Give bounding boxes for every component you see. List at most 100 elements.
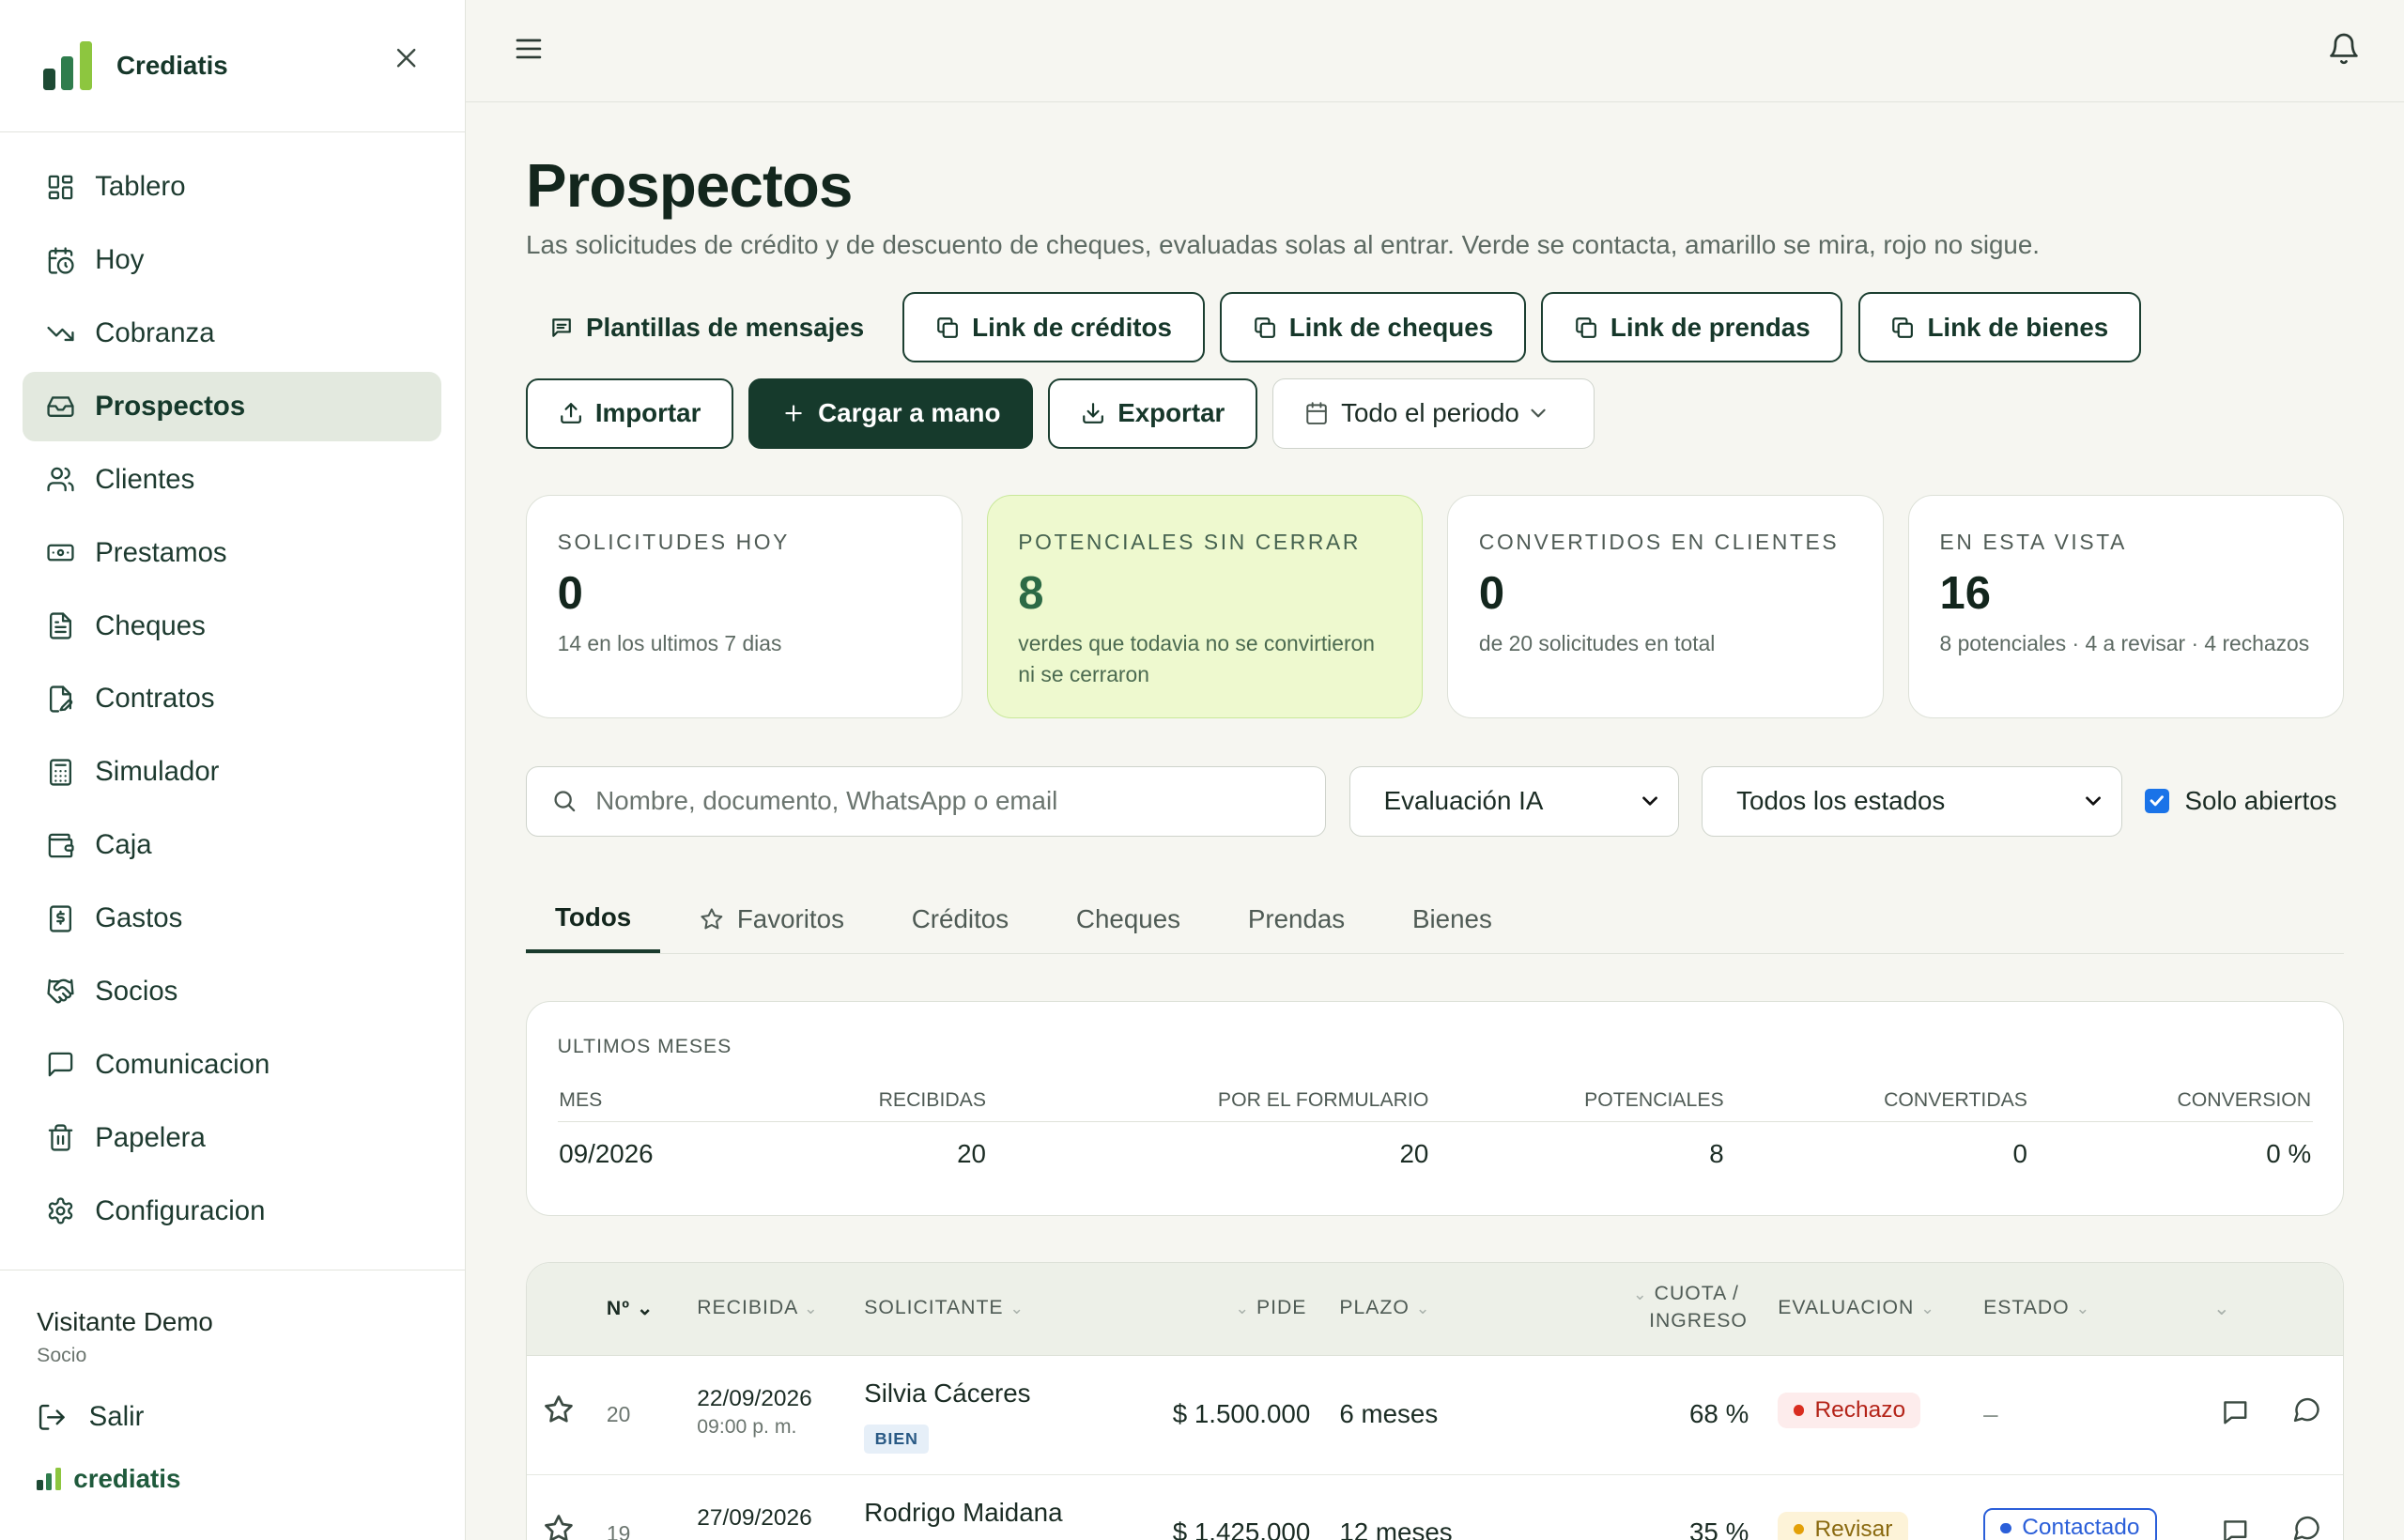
prospects-table: Nº ⌄ RECIBIDA ⌄ SOLICITANTE ⌄ ⌄ PIDE PLA… (526, 1261, 2345, 1540)
link-prendas-button[interactable]: Link de prendas (1541, 292, 1843, 363)
link-cheques-button[interactable]: Link de cheques (1219, 292, 1526, 363)
sidebar-item-papelera[interactable]: Papelera (23, 1103, 441, 1172)
sort-pide-header[interactable]: ⌄ PIDE (1235, 1297, 1306, 1319)
star-icon (701, 908, 723, 930)
stats-cards: SOLICITUDES HOY 0 14 en los ultimos 7 di… (526, 494, 2345, 718)
sidebar-item-label: Hoy (95, 244, 145, 276)
import-button[interactable]: Importar (526, 377, 734, 449)
sort-estado-header[interactable]: ESTADO ⌄ (1983, 1297, 2090, 1319)
banknote-icon (47, 544, 74, 562)
sort-actions-header[interactable]: ⌄ (2213, 1297, 2231, 1320)
sidebar-item-tablero[interactable]: Tablero (23, 153, 441, 222)
star-icon[interactable] (542, 1512, 576, 1540)
sidebar-item-comunicacion[interactable]: Comunicacion (23, 1030, 441, 1099)
message-templates-button[interactable]: Plantillas de mensajes (526, 292, 887, 362)
tab-label: Prendas (1247, 903, 1346, 933)
footer-brand: crediatis (37, 1464, 427, 1494)
tab-label: Todos (555, 901, 632, 932)
evaluation-select[interactable]: Evaluación IA (1348, 765, 1679, 837)
chevron-down-icon (1531, 408, 1547, 418)
calendar-clock-icon (48, 247, 74, 274)
user-role: Socio (37, 1345, 87, 1367)
monthly-summary-table: MES RECIBIDAS POR EL FORMULARIO POTENCIA… (557, 1087, 2313, 1170)
header-label: SOLICITANTE (864, 1296, 1004, 1318)
only-open-checkbox[interactable]: Solo abiertos (2145, 786, 2337, 816)
column-header: POR EL FORMULARIO (987, 1087, 1430, 1122)
row-number: 19 (606, 1520, 631, 1540)
sidebar-item-label: Comunicacion (95, 1048, 270, 1080)
file-text-icon (49, 612, 71, 639)
bell-icon[interactable] (2327, 32, 2361, 66)
trash-icon (48, 1124, 73, 1151)
header-label: Nº (606, 1297, 630, 1319)
sidebar-item-hoy[interactable]: Hoy (23, 226, 441, 295)
period-select[interactable]: Todo el periodo (1272, 377, 1595, 449)
tab-creditos[interactable]: Créditos (883, 886, 1038, 953)
tab-bienes[interactable]: Bienes (1383, 886, 1521, 953)
stat-label: CONVERTIDOS EN CLIENTES (1478, 529, 1840, 554)
tab-favoritos[interactable]: Favoritos (670, 886, 873, 953)
manual-entry-button[interactable]: Cargar a mano (748, 377, 1034, 449)
top-bar (466, 0, 2404, 102)
sort-plazo-header[interactable]: PLAZO ⌄ (1339, 1297, 1430, 1319)
status-value: – (1983, 1398, 1998, 1428)
stat-card-solicitudes-hoy: SOLICITUDES HOY 0 14 en los ultimos 7 di… (526, 494, 963, 718)
sort-num-header[interactable]: Nº ⌄ (607, 1297, 655, 1320)
copy-icon (937, 316, 958, 338)
sort-cuota-header[interactable]: ⌄ CUOTA / INGRESO (1625, 1281, 1748, 1334)
note-icon[interactable] (2220, 1517, 2251, 1540)
table-header: Nº ⌄ RECIBIDA ⌄ SOLICITANTE ⌄ ⌄ PIDE PLA… (527, 1262, 2344, 1356)
sidebar-item-simulador[interactable]: Simulador (23, 738, 441, 807)
hamburger-menu-icon[interactable] (512, 32, 546, 66)
sidebar-item-socios[interactable]: Socios (23, 957, 441, 1025)
tab-prendas[interactable]: Prendas (1219, 886, 1374, 953)
evaluation-badge: Rechazo (1778, 1393, 1921, 1428)
calendar-icon (1306, 402, 1327, 424)
column-header: CONVERSION (2028, 1087, 2313, 1122)
sort-evaluacion-header[interactable]: EVALUACION ⌄ (1778, 1297, 1935, 1319)
close-sidebar-button[interactable] (388, 39, 424, 76)
sidebar-item-label: Simulador (95, 756, 220, 788)
sort-solicitante-header[interactable]: SOLICITANTE ⌄ (864, 1297, 1025, 1319)
sidebar-item-configuracion[interactable]: Configuracion (23, 1177, 441, 1245)
sidebar-nav: Tablero Hoy Cobranza Prospectos Clientes Pres… (0, 132, 465, 1245)
sidebar-item-caja[interactable]: Caja (23, 811, 441, 880)
stat-card-convertidos: CONVERTIDOS EN CLIENTES 0 de 20 solicitu… (1447, 494, 1884, 718)
trending-down-icon (47, 326, 74, 341)
sidebar-item-contratos[interactable]: Contratos (23, 665, 441, 733)
row-number: 20 (606, 1401, 631, 1426)
sort-recibida-header[interactable]: RECIBIDA ⌄ (697, 1297, 819, 1319)
note-icon[interactable] (2220, 1397, 2251, 1428)
whatsapp-chat-icon[interactable] (2291, 1513, 2322, 1540)
download-icon (1083, 403, 1103, 424)
sidebar-item-prospectos[interactable]: Prospectos (23, 372, 442, 441)
tab-todos[interactable]: Todos (526, 886, 661, 953)
stat-description: 14 en los ultimos 7 dias (557, 631, 782, 656)
sidebar-item-cheques[interactable]: Cheques (23, 592, 441, 660)
star-icon[interactable] (542, 1393, 576, 1426)
chevron-down-icon (1642, 796, 1658, 806)
whatsapp-chat-icon[interactable] (2291, 1394, 2322, 1425)
wallet-icon (48, 833, 74, 858)
tab-cheques[interactable]: Cheques (1047, 886, 1210, 953)
search-input[interactable] (593, 784, 1326, 818)
table-row[interactable]: 19 27/09/2026 Rodrigo Maidana $ 1.425.00… (527, 1475, 2343, 1540)
table-row[interactable]: 20 22/09/2026 09:00 p. m. Silvia Cáceres… (527, 1356, 2344, 1475)
link-creditos-button[interactable]: Link de créditos (902, 292, 1205, 363)
applicant-name[interactable]: Rodrigo Maidana (864, 1498, 1062, 1528)
sidebar-item-clientes[interactable]: Clientes (23, 445, 441, 514)
page-subtitle: Las solicitudes de crédito y de descuent… (526, 229, 2040, 259)
link-prendas-label: Link de prendas (1610, 312, 1811, 342)
applicant-name[interactable]: Silvia Cáceres (864, 1378, 1030, 1409)
stat-label: POTENCIALES SIN CERRAR (1018, 529, 1361, 554)
sidebar-item-gastos[interactable]: Gastos (23, 884, 441, 952)
sidebar-item-cobranza[interactable]: Cobranza (23, 299, 441, 367)
export-button[interactable]: Exportar (1048, 377, 1257, 449)
search-icon (554, 791, 576, 812)
link-bienes-button[interactable]: Link de bienes (1857, 292, 2141, 363)
logout-button[interactable]: Salir (37, 1401, 427, 1433)
stat-card-en-esta-vista: EN ESTA VISTA 16 8 potenciales · 4 a rev… (1907, 494, 2345, 718)
status-select[interactable]: Todos los estados (1702, 765, 2122, 837)
sidebar-item-prestamos[interactable]: Prestamos (23, 518, 441, 587)
type-badge: BIEN (864, 1424, 930, 1455)
